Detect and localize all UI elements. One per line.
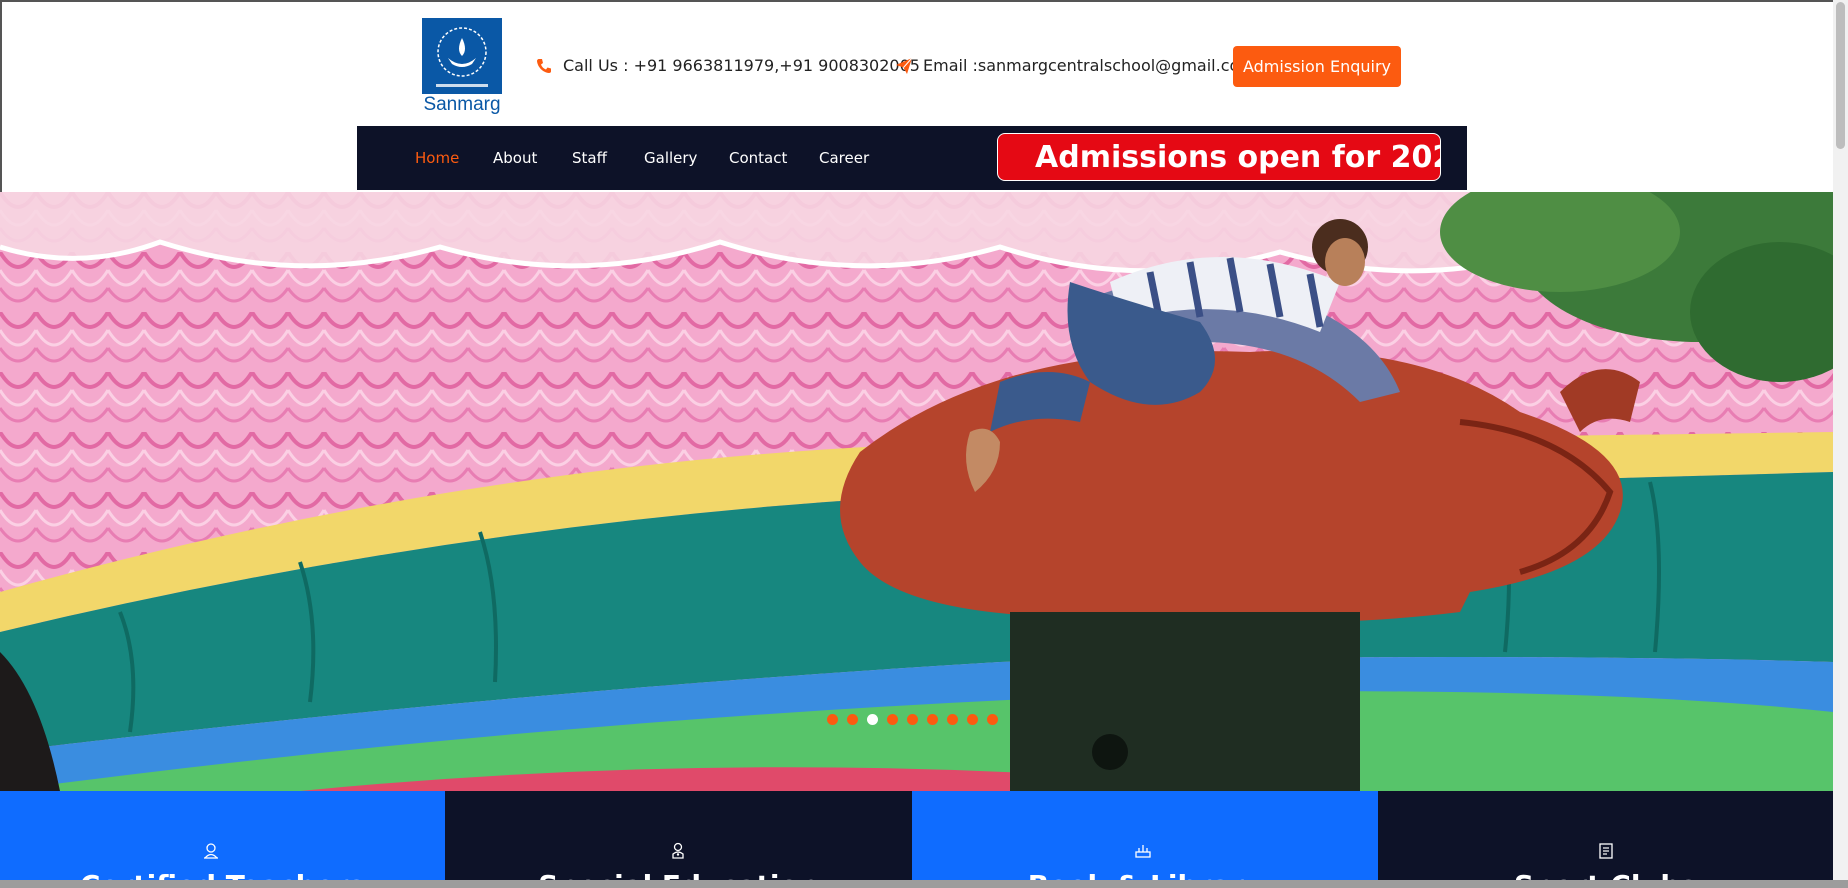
feature-title: Sport Clubs [1378,869,1833,880]
phone-icon [535,57,553,75]
feature-title: Special Education [445,869,912,880]
admission-enquiry-button[interactable]: Admission Enquiry [1233,46,1401,87]
clipboard-icon [1597,842,1615,860]
slider-dot[interactable] [847,714,858,725]
admissions-marquee[interactable]: Admissions open for 2025- [997,133,1441,181]
feature-sport-clubs[interactable]: Sport Clubs [1378,791,1833,880]
slider-dots [827,714,1007,725]
window-top-border [0,0,1848,2]
feature-book-library[interactable]: Book & Library [912,791,1378,880]
logo-emblem [422,18,502,94]
feature-title: Book & Library [912,869,1378,880]
main-navbar: Home About Staff Gallery Contact Career … [357,126,1467,190]
school-logo[interactable]: Sanmarg [422,18,502,116]
nav-contact[interactable]: Contact [729,149,787,167]
marquee-text: Admissions open for 2025- [1035,140,1440,175]
slider-dot[interactable] [927,714,938,725]
page-scrollbar[interactable] [1833,0,1848,880]
logo-text: Sanmarg [423,94,501,115]
slider-dot[interactable] [947,714,958,725]
nav-career[interactable]: Career [819,149,869,167]
paper-plane-icon [895,57,913,75]
teacher-icon [202,842,220,860]
slider-dot[interactable] [967,714,978,725]
feature-special-education[interactable]: Special Education [445,791,912,880]
student-icon [669,842,687,860]
feature-title: Certified Teachers [0,869,445,880]
nav-home[interactable]: Home [415,149,459,167]
scrollbar-thumb[interactable] [1836,2,1845,149]
slider-dot[interactable] [867,714,878,725]
hero-slider[interactable] [0,192,1833,791]
window-bottom-border [0,880,1848,888]
slider-dot[interactable] [827,714,838,725]
slider-dot[interactable] [887,714,898,725]
slider-dot[interactable] [987,714,998,725]
nav-staff[interactable]: Staff [572,149,607,167]
feature-strip: Certified Teachers Special Education Boo… [0,791,1833,880]
feature-certified-teachers[interactable]: Certified Teachers [0,791,445,880]
slider-dot[interactable] [907,714,918,725]
contact-email[interactable]: Email :sanmargcentralschool@gmail.com [895,56,1255,75]
contact-phone[interactable]: Call Us : +91 9663811979,+91 9008302005 [535,56,920,75]
phone-text: Call Us : +91 9663811979,+91 9008302005 [563,56,920,75]
hero-image [0,192,1833,791]
library-icon [1134,842,1152,860]
email-text: Email :sanmargcentralschool@gmail.com [923,56,1255,75]
nav-gallery[interactable]: Gallery [644,149,697,167]
nav-about[interactable]: About [493,149,537,167]
